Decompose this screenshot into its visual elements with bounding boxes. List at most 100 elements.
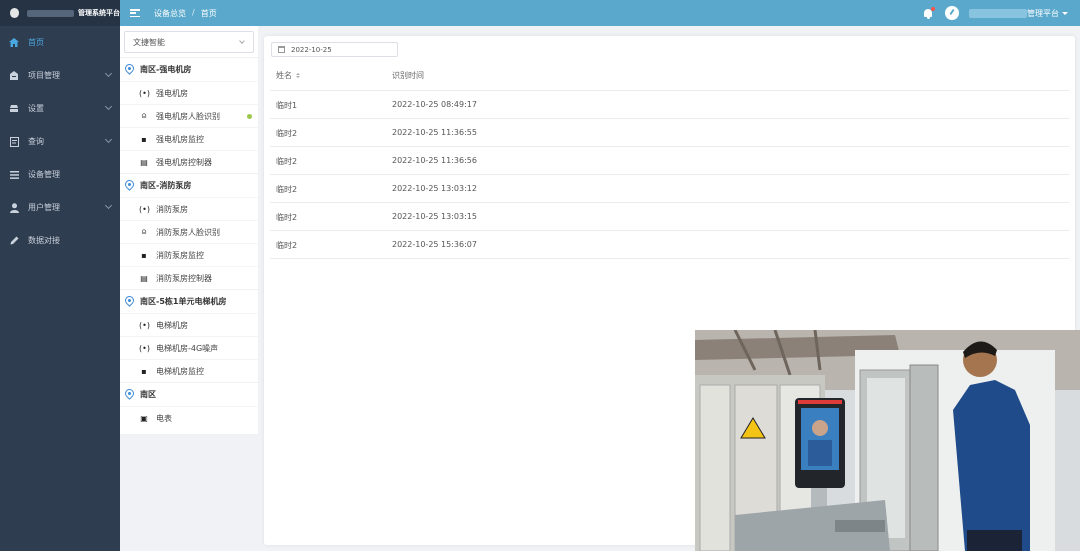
sidebar-item-label: 设备管理 [28, 170, 60, 179]
tree-item-label: 消防泵房 [156, 204, 188, 214]
tree-item[interactable]: ▣ 电表 [120, 406, 258, 429]
brand-blurred [27, 9, 74, 17]
tree-group: 南区-5栋1单元电梯机房 (•) 电梯机房 (•) 电梯机房-4G噪声 ▪ 电梯机房监控 [120, 289, 258, 382]
table-row[interactable]: 临时2 2022-10-25 13:03:12 [270, 175, 1069, 203]
tree-item-label: 电梯机房监控 [156, 366, 204, 376]
sidebar-item-devices[interactable]: 设备管理 [0, 158, 120, 191]
chevron-down-icon [104, 135, 113, 144]
table-row[interactable]: 临时2 2022-10-25 15:36:07 [270, 231, 1069, 259]
tree-group: 南区-消防泵房 (•) 消防泵房 ⍝ 消防泵房人脸识别 ▪ 消防泵房监控 ▤ 消防泵房控制器 [120, 173, 258, 289]
column-header-name[interactable]: 姓名 [276, 70, 300, 81]
controller-icon: ▤ [140, 273, 148, 283]
tree-item[interactable]: (•) 消防泵房 [120, 197, 258, 220]
camera-icon: ▪ [141, 250, 147, 260]
header-actions: 管理平台 [923, 0, 1068, 26]
column-header-name-label: 姓名 [276, 70, 292, 80]
tree-item-label: 强电机房控制器 [156, 157, 212, 167]
tree-group: 南区-强电机房 (•) 强电机房 ⍝ 强电机房人脸识别 ▪ 强电机房监控 ▤ 强电机房控制器 [120, 57, 258, 173]
device-tree: 文捷智能 南区-强电机房 (•) 强电机房 ⍝ 强电机房人脸识别 ▪ 强电机房监控 ▤ 强电机房… [120, 26, 258, 434]
sidebar-item-label: 首页 [28, 38, 44, 47]
tree-item[interactable]: ▪ 强电机房监控 [120, 127, 258, 150]
user-menu[interactable]: 管理平台 [1027, 8, 1059, 19]
tree-item[interactable]: ⍝ 强电机房人脸识别 [120, 104, 258, 127]
breadcrumb: 设备总览 / 首页 [154, 8, 217, 19]
tree-group-label: 南区-5栋1单元电梯机房 [140, 297, 227, 306]
date-picker[interactable]: 2022-10-25 [271, 42, 398, 57]
dashboard-gauge-icon[interactable] [945, 6, 959, 20]
sidebar-item-query[interactable]: 查询 [0, 125, 120, 158]
sidebar-item-users[interactable]: 用户管理 [0, 191, 120, 224]
tree-item[interactable]: ▪ 消防泵房监控 [120, 243, 258, 266]
sidebar-item-label: 设置 [28, 104, 44, 113]
list-icon [9, 170, 19, 180]
tree-item[interactable]: (•) 电梯机房 [120, 313, 258, 336]
cell-recognition-time: 2022-10-25 13:03:15 [392, 212, 477, 221]
app-root: 管理系统平台 首页 项目管理 设置 查询 设备管理 用户管理 数据对接 设备总览… [0, 0, 1080, 551]
tree-item-label: 强电机房监控 [156, 134, 204, 144]
org-select[interactable]: 文捷智能 [124, 31, 254, 53]
home-icon [9, 38, 19, 48]
chevron-down-icon [104, 102, 113, 111]
bell-icon[interactable] [923, 6, 935, 19]
user-icon [9, 202, 19, 213]
cell-recognition-time: 2022-10-25 15:36:07 [392, 240, 477, 249]
table-row[interactable]: 临时1 2022-10-25 08:49:17 [270, 91, 1069, 119]
tree-group-title[interactable]: 南区-消防泵房 [120, 174, 258, 197]
top-bar: 设备总览 / 首页 管理平台 [120, 0, 1080, 26]
face-id-icon: ⍝ [141, 227, 147, 236]
online-status-dot [247, 114, 252, 119]
tree-item-label: 电表 [156, 413, 172, 423]
breadcrumb-item-current: 首页 [200, 8, 217, 18]
tree-group-title[interactable]: 南区 [120, 383, 258, 406]
tree-group-title[interactable]: 南区-强电机房 [120, 58, 258, 81]
tree-item-label: 电梯机房 [156, 320, 188, 330]
tree-item[interactable]: (•) 强电机房 [120, 81, 258, 104]
tree-item-label: 消防泵房人脸识别 [156, 227, 220, 237]
chevron-down-icon [239, 38, 245, 44]
cell-name: 临时2 [276, 241, 298, 250]
sidebar-item-label: 数据对接 [28, 236, 60, 245]
menu-toggle-icon[interactable] [130, 9, 140, 17]
sidebar-item-projects[interactable]: 项目管理 [0, 59, 120, 92]
tree-item[interactable]: (•) 电梯机房-4G噪声 [120, 336, 258, 359]
chevron-down-icon [104, 69, 113, 78]
sidebar-item-home[interactable]: 首页 [0, 26, 120, 59]
cell-name: 临时2 [276, 185, 298, 194]
breadcrumb-separator: / [192, 7, 195, 17]
tree-item[interactable]: ▪ 电梯机房监控 [120, 359, 258, 382]
location-pin-icon [123, 387, 136, 400]
sidebar-item-label: 用户管理 [28, 203, 60, 212]
face-recognition-scene-image [695, 330, 1080, 551]
camera-icon: ▪ [141, 366, 147, 376]
cell-recognition-time: 2022-10-25 08:49:17 [392, 100, 477, 109]
table-row[interactable]: 临时2 2022-10-25 11:36:55 [270, 119, 1069, 147]
tree-group-label: 南区 [140, 390, 156, 399]
sort-icon[interactable] [296, 72, 300, 78]
calendar-icon [278, 46, 285, 53]
tree-item-label: 消防泵房监控 [156, 250, 204, 260]
user-avatar-blurred [969, 8, 1027, 18]
location-pin-icon [123, 294, 136, 307]
date-value: 2022-10-25 [291, 45, 332, 54]
radio-icon: (•) [139, 88, 150, 98]
location-pin-icon [123, 178, 136, 191]
sidebar-item-settings[interactable]: 设置 [0, 92, 120, 125]
sidebar-item-data-integration[interactable]: 数据对接 [0, 224, 120, 257]
building-icon [9, 71, 19, 81]
tree-item[interactable]: ▤ 消防泵房控制器 [120, 266, 258, 289]
tree-groups: 南区-强电机房 (•) 强电机房 ⍝ 强电机房人脸识别 ▪ 强电机房监控 ▤ 强电机房控制器 南区… [120, 57, 258, 429]
tree-item-label: 强电机房 [156, 88, 188, 98]
search-doc-icon [9, 136, 19, 147]
brand-title: 管理系统平台 [78, 9, 120, 17]
caret-down-icon[interactable] [1062, 11, 1068, 15]
cell-recognition-time: 2022-10-25 11:36:55 [392, 128, 477, 137]
tree-item[interactable]: ⍝ 消防泵房人脸识别 [120, 220, 258, 243]
table-header: 姓名 识别时间 [270, 60, 1069, 91]
chevron-down-icon [104, 201, 113, 210]
table-row[interactable]: 临时2 2022-10-25 13:03:15 [270, 203, 1069, 231]
tree-item[interactable]: ▤ 强电机房控制器 [120, 150, 258, 173]
breadcrumb-item[interactable]: 设备总览 [154, 8, 186, 19]
table-row[interactable]: 临时2 2022-10-25 11:36:56 [270, 147, 1069, 175]
tree-group-title[interactable]: 南区-5栋1单元电梯机房 [120, 290, 258, 313]
radio-icon: (•) [139, 320, 150, 330]
